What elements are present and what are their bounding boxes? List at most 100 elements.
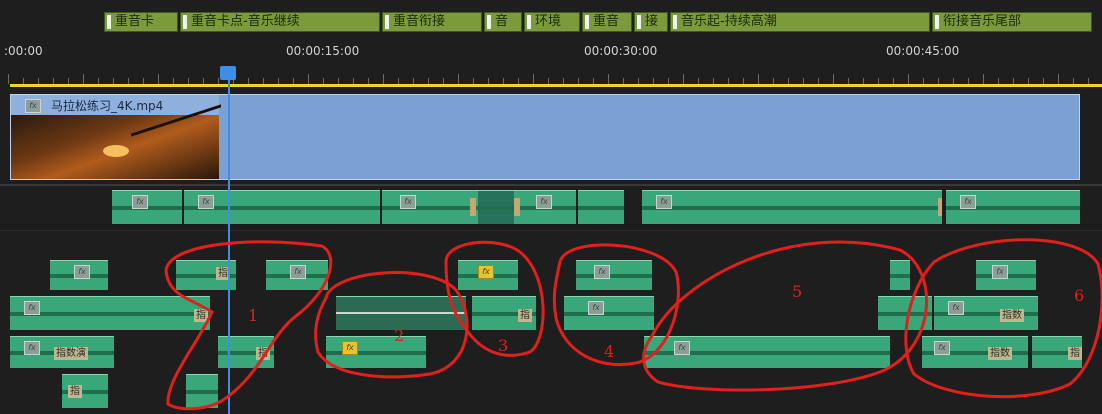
audio-clip[interactable]: 指 (218, 336, 274, 368)
clip-tag: 指数 (1000, 309, 1024, 322)
marker-label: 衔接音乐尾部 (943, 14, 1022, 29)
clip-tag: 指 (256, 347, 270, 360)
audio-clip[interactable]: fx 指 (10, 296, 210, 330)
audio-clip[interactable]: fx 指数 (922, 336, 1028, 368)
fx-icon: fx (594, 265, 610, 279)
audio-track-2 (0, 230, 1102, 257)
fx-icon: fx (536, 195, 552, 209)
ruler-tick (83, 74, 84, 84)
fx-icon: fx (25, 99, 41, 113)
clip-tag: 指 (68, 385, 82, 398)
audio-clip[interactable]: fx (976, 260, 1036, 290)
audio-clip[interactable]: fx (382, 190, 478, 224)
fx-icon: fx (934, 341, 950, 355)
marker-1[interactable]: 重音卡 (104, 12, 178, 32)
marker-2[interactable]: 重音卡点-音乐继续 (180, 12, 380, 32)
timecode-0: :00:00 (4, 44, 43, 58)
audio-clip[interactable]: fx (266, 260, 328, 290)
marker-label: 音 (495, 14, 509, 29)
video-thumbnail (11, 104, 221, 197)
ruler-tick (1058, 74, 1059, 84)
audio-clip[interactable] (578, 190, 624, 224)
audio-clip[interactable]: fx 指数演 (10, 336, 114, 368)
clip-tag: 指数演 (54, 347, 88, 360)
work-area-bar[interactable] (10, 84, 1102, 87)
audio-clip[interactable]: 指 (472, 296, 536, 330)
fx-icon: fx (948, 301, 964, 315)
timecode-45: 00:00:45:00 (886, 44, 960, 58)
ruler-tick (833, 74, 834, 84)
timecode-30: 00:00:30:00 (584, 44, 658, 58)
marker-label: 接 (645, 14, 659, 29)
fx-icon: fx (960, 195, 976, 209)
audio-clip[interactable]: fx (644, 336, 890, 368)
playhead-line[interactable] (228, 66, 230, 414)
ruler-tick (383, 74, 384, 84)
annotation-label-6: 6 (1074, 286, 1085, 305)
audio-clip[interactable]: fx (514, 190, 576, 224)
audio-clip[interactable]: fx (946, 190, 1080, 224)
marker-9[interactable]: 衔接音乐尾部 (932, 12, 1092, 32)
audio-track-4: fx 指 指 fx fx 指数 (0, 294, 1102, 332)
annotation-label-3: 3 (498, 336, 509, 355)
audio-clip[interactable]: fx (642, 190, 942, 224)
ruler-tick (908, 74, 909, 84)
marker-8[interactable]: 音乐起-持续高潮 (670, 12, 930, 32)
audio-clip[interactable] (478, 190, 514, 224)
audio-track-3: fx 指 fx fx fx fx (0, 258, 1102, 292)
audio-clip[interactable] (878, 296, 932, 330)
clip-handle[interactable] (514, 198, 520, 216)
audio-clip[interactable]: fx (50, 260, 108, 290)
marker-label: 重音卡 (115, 14, 155, 29)
fx-icon: fx (290, 265, 306, 279)
marker-4[interactable]: 音 (484, 12, 522, 32)
audio-clip[interactable]: fx (112, 190, 182, 224)
clip-tag: 指数 (988, 347, 1012, 360)
audio-clip[interactable] (336, 296, 466, 330)
marker-7[interactable]: 接 (634, 12, 668, 32)
audio-track-6: 指 (0, 372, 1102, 410)
annotation-label-5: 5 (792, 282, 803, 301)
marker-label: 音乐起-持续高潮 (681, 14, 777, 29)
video-clip[interactable]: fx 马拉松练习_4K.mp4 (10, 94, 1080, 197)
fx-icon: fx (674, 341, 690, 355)
fx-icon: fx (198, 195, 214, 209)
clip-handle[interactable] (470, 198, 476, 216)
audio-clip[interactable]: 指 (176, 260, 236, 290)
audio-clip[interactable]: fx (326, 336, 426, 368)
audio-clip[interactable] (890, 260, 910, 290)
marker-6[interactable]: 重音 (582, 12, 632, 32)
video-clip-name: 马拉松练习_4K.mp4 (51, 99, 164, 113)
audio-clip[interactable]: fx (564, 296, 654, 330)
marker-5[interactable]: 环境 (524, 12, 580, 32)
timecode-15: 00:00:15:00 (286, 44, 360, 58)
audio-clip[interactable]: fx (184, 190, 380, 224)
clip-handle[interactable] (938, 198, 942, 216)
audio-clip[interactable]: fx (576, 260, 652, 290)
ruler-tick (458, 74, 459, 84)
annotation-label-1: 1 (248, 306, 259, 325)
audio-clip[interactable]: fx 指数 (934, 296, 1038, 330)
track-separator (0, 184, 1102, 186)
ruler-tick (608, 74, 609, 84)
audio-clip[interactable] (186, 374, 218, 408)
fx-icon: fx (74, 265, 90, 279)
ruler-tick (683, 74, 684, 84)
audio-clip[interactable]: 指 (1032, 336, 1082, 368)
clip-tag: 指 (1068, 347, 1082, 360)
marker-label: 环境 (535, 14, 562, 29)
ruler-tick (158, 74, 159, 84)
clip-tag: 指 (518, 309, 532, 322)
time-ruler[interactable] (0, 60, 1102, 84)
fx-icon: fx (656, 195, 672, 209)
ruler-tick (308, 74, 309, 84)
annotation-label-2: 2 (394, 326, 405, 345)
audio-clip[interactable]: 指 (62, 374, 108, 408)
playhead-handle[interactable] (220, 66, 236, 80)
marker-3[interactable]: 重音衔接 (382, 12, 482, 32)
audio-clip[interactable]: fx (458, 260, 518, 290)
fx-icon: fx (342, 341, 358, 355)
ruler-tick (983, 74, 984, 84)
fx-icon: fx (478, 265, 494, 279)
annotation-label-4: 4 (604, 342, 615, 361)
